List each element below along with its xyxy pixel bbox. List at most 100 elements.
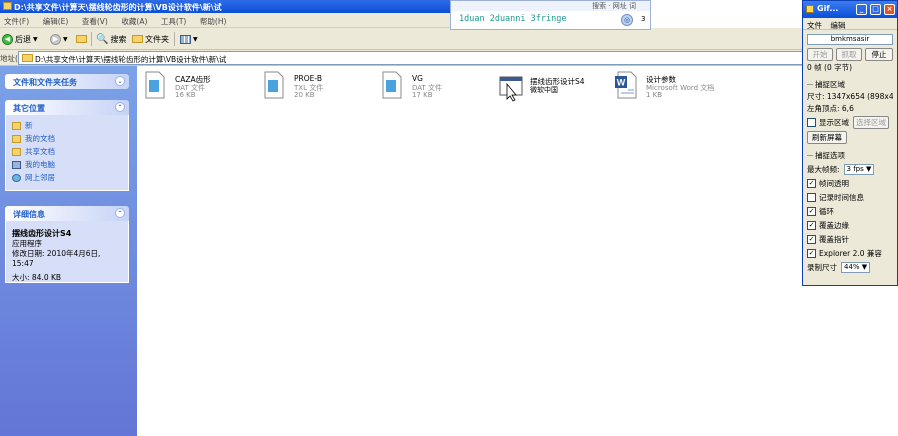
detail-file-name: 摆线齿形设计S4 — [12, 229, 72, 238]
search-toolbar: 搜索 · 网址 词 1duan 2duanni 3fringe ◎ 3 — [450, 0, 651, 30]
max-fps-select[interactable]: 3 fps ▼ — [843, 164, 875, 175]
search-icon: 🔍 — [96, 33, 109, 45]
search-extra-label: 3 — [641, 15, 646, 23]
menu-favorites[interactable]: 收藏(A) — [117, 13, 154, 27]
detail-file-type: 应用程序 — [12, 239, 42, 248]
option-cover-pointer[interactable]: ✓ 覆盖指针 — [807, 234, 893, 245]
place-link-my-computer[interactable]: 我的电脑 — [12, 158, 122, 171]
collapse-chevron-icon[interactable]: ⌃ — [115, 208, 125, 218]
details-panel: 详细信息 ⌃ 摆线齿形设计S4 应用程序 修改日期: 2010年4月6日, 15… — [5, 206, 129, 283]
chevron-down-icon: ▼ — [63, 35, 68, 43]
folder-icon — [12, 121, 21, 130]
svg-text:W: W — [617, 78, 626, 88]
gif-menu-bar: 文件 编辑 — [803, 18, 897, 30]
menu-bar: 文件(F) 编辑(E) 查看(V) 收藏(A) 工具(T) 帮助(H) — [0, 13, 458, 28]
gif-menu-file[interactable]: 文件 — [807, 21, 822, 30]
file-item-selected[interactable]: 摆线齿形设计S4 微软中国 — [498, 72, 608, 108]
max-fps-row: 最大帧频: 3 fps ▼ — [807, 164, 893, 175]
documents-folder-icon — [12, 134, 21, 143]
refresh-screen-button[interactable]: 刷新屏幕 — [807, 131, 847, 144]
menu-tools[interactable]: 工具(T) — [157, 13, 193, 27]
checkbox-unchecked-icon — [807, 193, 816, 202]
place-link-my-documents[interactable]: 我的文档 — [12, 132, 122, 145]
file-item[interactable]: CAZA齿形 DAT 文件 16 KB — [143, 70, 253, 106]
menu-help[interactable]: 帮助(H) — [196, 13, 234, 27]
close-button[interactable]: × — [884, 4, 895, 15]
detail-size: 大小: 84.0 KB — [12, 273, 62, 282]
address-path: D:\共享文件\计算天\摆线轮齿形的计算\VB设计软件\新\试 — [35, 55, 227, 64]
maximize-button[interactable]: □ — [870, 4, 881, 15]
collapse-chevron-icon[interactable]: ⌃ — [115, 102, 125, 112]
checkbox-checked-icon: ✓ — [807, 249, 816, 258]
address-field[interactable]: D:\共享文件\计算天\摆线轮齿形的计算\VB设计软件\新\试 — [18, 51, 808, 65]
place-link-shared-documents[interactable]: 共享文档 — [12, 145, 122, 158]
capture-size: 尺寸: 1347x654 (898x436) — [807, 92, 893, 101]
checkbox-checked-icon: ✓ — [807, 207, 816, 216]
select-area-button[interactable]: 选择区域 — [853, 116, 889, 129]
checkbox-checked-icon: ✓ — [807, 235, 816, 244]
frame-count: 0 帧 (0 字节) — [807, 63, 853, 72]
capture-corner: 左角顶点: 6,6 — [807, 104, 854, 113]
computer-icon — [12, 160, 21, 169]
file-item[interactable]: W 设计参数 Microsoft Word 文档 1 KB — [614, 70, 724, 106]
file-tasks-header[interactable]: 文件和文件夹任务 ⌄ — [5, 74, 129, 89]
window-title: D:\共享文件\计算天\摆线轮齿形的计算\VB设计软件\新\试 — [14, 3, 222, 12]
gif-app-icon — [806, 5, 814, 13]
option-explorer-compat[interactable]: ✓ Explorer 2.0 兼容 — [807, 248, 893, 259]
task-pane: 文件和文件夹任务 ⌄ 其它位置 ⌃ 新 我的文档 共享文档 我的电脑 网上邻居 … — [0, 66, 137, 436]
back-arrow-icon: ◀ — [2, 33, 13, 45]
start-button[interactable]: 开始 — [807, 48, 833, 61]
folder-icon — [3, 2, 12, 10]
window-title-bar[interactable]: D:\共享文件\计算天\摆线轮齿形的计算\VB设计软件\新\试 — [0, 0, 450, 13]
file-item[interactable]: VG DAT 文件 17 KB — [380, 70, 490, 106]
folders-button[interactable]: 文件夹 — [132, 32, 169, 46]
forward-button[interactable]: ▶ ▼ — [50, 32, 68, 46]
place-link-network[interactable]: 网上邻居 — [12, 171, 122, 184]
detail-modified: 修改日期: 2010年4月6日, 15:47 — [12, 249, 101, 268]
back-button[interactable]: ◀ 后退 ▼ — [2, 32, 38, 46]
gif-menu-edit[interactable]: 编辑 — [830, 21, 845, 30]
folder-icon — [132, 35, 143, 43]
option-loop[interactable]: ✓ 循环 — [807, 206, 893, 217]
shared-folder-icon — [12, 147, 21, 156]
chevron-down-icon: ▼ — [193, 35, 198, 43]
gif-title-bar[interactable]: Gif... _ □ × — [803, 1, 897, 18]
minimize-button[interactable]: _ — [856, 4, 867, 15]
record-size-select[interactable]: 44% ▼ — [841, 262, 871, 273]
details-header[interactable]: 详细信息 ⌃ — [5, 206, 129, 221]
toolbar: ◀ 后退 ▼ ▶ ▼ 🔍 搜索 文件夹 ▼ — [0, 28, 808, 50]
search-query-text[interactable]: 1duan 2duanni 3fringe — [459, 14, 566, 24]
option-record-timing[interactable]: 记录时间信息 — [807, 192, 893, 203]
record-size-row: 录制尺寸 44% ▼ — [807, 262, 893, 273]
capture-button[interactable]: 抓取 — [836, 48, 862, 61]
views-grid-icon — [180, 34, 191, 44]
gif-name-field[interactable]: bmkmsasir — [807, 34, 893, 45]
search-button[interactable]: 🔍 搜索 — [96, 32, 126, 46]
expand-chevron-icon[interactable]: ⌄ — [115, 76, 125, 86]
capture-area-section: 捕捉区域 — [807, 79, 893, 90]
option-cover-border[interactable]: ✓ 覆盖边缘 — [807, 220, 893, 231]
checkbox-checked-icon: ✓ — [807, 179, 816, 188]
menu-view[interactable]: 查看(V) — [78, 13, 115, 27]
up-folder-button[interactable] — [76, 32, 87, 46]
network-icon — [12, 173, 21, 182]
menu-edit[interactable]: 编辑(E) — [39, 13, 76, 27]
search-go-icon[interactable]: ◎ — [621, 14, 633, 26]
place-link-new[interactable]: 新 — [12, 119, 122, 132]
forward-arrow-icon: ▶ — [50, 33, 61, 45]
option-frame-transparency[interactable]: ✓ 帧间透明 — [807, 178, 893, 189]
menu-file[interactable]: 文件(F) — [0, 13, 36, 27]
capture-options-section: 捕捉选项 — [807, 150, 893, 161]
dat-file-icon — [382, 71, 402, 99]
show-area-checkbox[interactable]: 显示区域 选择区域 — [807, 116, 893, 129]
up-folder-icon — [76, 35, 87, 43]
word-doc-icon: W — [615, 71, 637, 99]
dat-file-icon — [145, 71, 165, 99]
other-places-header[interactable]: 其它位置 ⌃ — [5, 100, 129, 115]
folder-icon — [22, 54, 33, 62]
search-toolbar-tabs[interactable]: 搜索 · 网址 词 — [451, 1, 650, 11]
toolbar-divider — [91, 32, 92, 46]
views-button[interactable]: ▼ — [180, 32, 198, 46]
file-item[interactable]: PROE-B TXL 文件 20 KB — [262, 70, 372, 106]
stop-button[interactable]: 停止 — [865, 48, 893, 61]
